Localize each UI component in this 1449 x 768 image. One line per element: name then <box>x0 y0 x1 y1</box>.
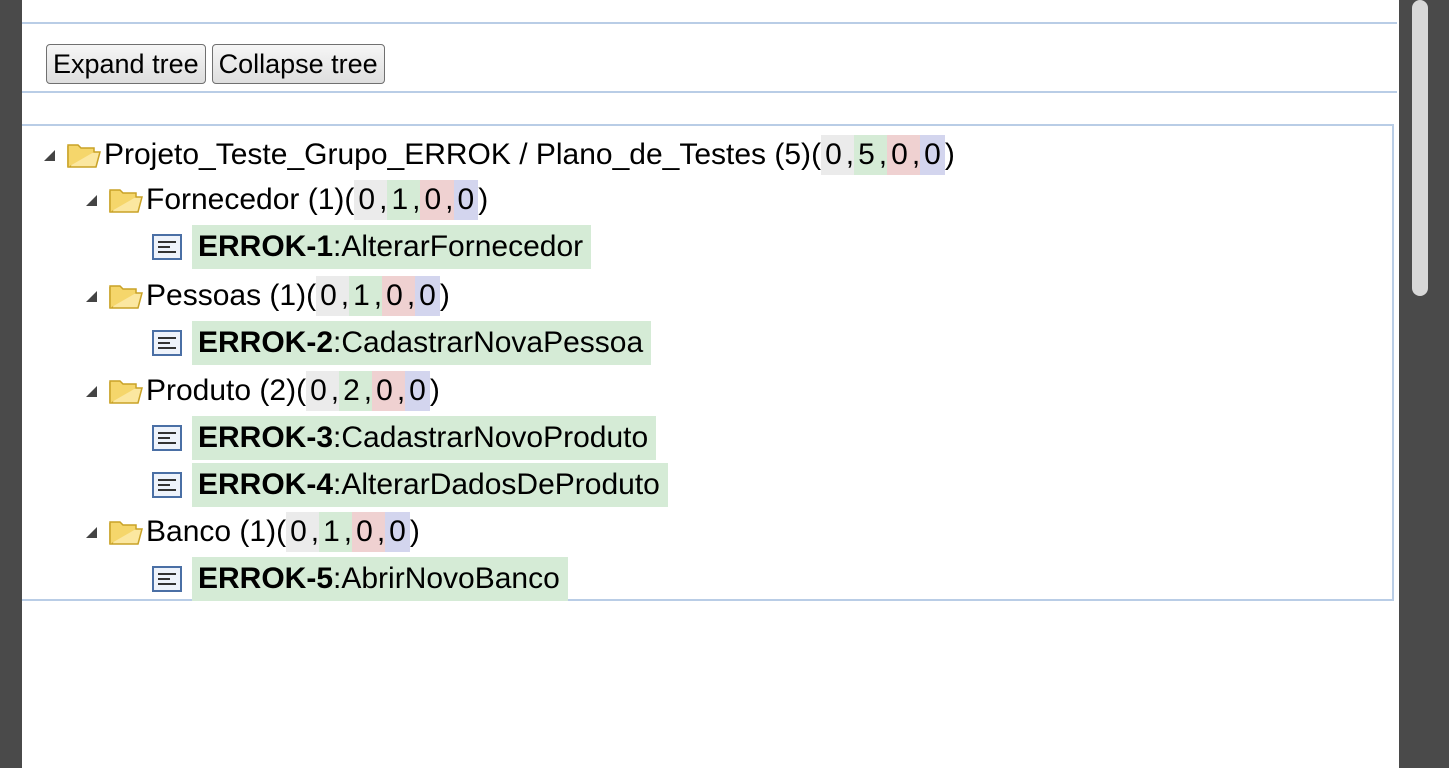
count-failed: 0 <box>382 276 407 316</box>
suite-label: Pessoas (1) <box>146 279 307 312</box>
tree-node-suite-fornecedor[interactable]: Fornecedor (1) ( 0, 1, 0, 0 ) <box>80 177 488 223</box>
count-not-run: 0 <box>306 371 331 411</box>
test-case-id: ERROK-3 <box>198 421 334 454</box>
triangle-expanded-icon[interactable] <box>80 521 102 543</box>
tree-node-root[interactable]: Projeto_Teste_Grupo_ERROK / Plano_de_Tes… <box>38 132 955 178</box>
test-case-icon <box>152 234 182 260</box>
top-divider <box>22 22 1397 24</box>
tree-node-case[interactable]: ERROK-2:CadastrarNovaPessoa <box>152 320 652 366</box>
tree-node-suite-pessoas[interactable]: Pessoas (1) ( 0, 1, 0, 0 ) <box>80 273 450 319</box>
suite-label: Produto (2) <box>146 374 297 407</box>
count-not-run: 0 <box>316 276 341 316</box>
folder-open-icon <box>109 189 143 213</box>
folder-open-icon <box>67 144 101 168</box>
test-case-name: :AlterarFornecedor <box>333 230 584 263</box>
test-case-id: ERROK-4 <box>198 468 334 501</box>
root-label: Projeto_Teste_Grupo_ERROK / Plano_de_Tes… <box>104 138 812 171</box>
folder-open-icon <box>109 521 143 545</box>
count-passed: 5 <box>854 135 879 175</box>
count-blocked: 0 <box>920 135 945 175</box>
test-tree: Projeto_Teste_Grupo_ERROK / Plano_de_Tes… <box>22 124 1394 601</box>
count-failed: 0 <box>372 371 397 411</box>
count-blocked: 0 <box>385 512 410 552</box>
execution-counts: ( 0, 1, 0, 0 ) <box>276 512 420 552</box>
tree-node-case[interactable]: ERROK-1:AlterarFornecedor <box>152 224 592 270</box>
test-case-link[interactable]: ERROK-1:AlterarFornecedor <box>192 225 592 269</box>
count-not-run: 0 <box>286 512 311 552</box>
test-case-id: ERROK-2 <box>198 326 334 359</box>
test-case-icon <box>152 566 182 592</box>
test-case-id: ERROK-1 <box>198 230 334 263</box>
count-failed: 0 <box>420 180 446 220</box>
test-case-name: :AlterarDadosDeProduto <box>333 468 660 501</box>
folder-open-icon <box>109 380 143 404</box>
test-case-name: :AbrirNovoBanco <box>333 562 560 595</box>
suite-label: Fornecedor (1) <box>146 183 345 216</box>
tree-node-case[interactable]: ERROK-3:CadastrarNovoProduto <box>152 415 657 461</box>
count-blocked: 0 <box>405 371 430 411</box>
tree-node-suite-produto[interactable]: Produto (2) ( 0, 2, 0, 0 ) <box>80 368 440 414</box>
count-blocked: 0 <box>415 276 440 316</box>
test-case-link[interactable]: ERROK-5:AbrirNovoBanco <box>192 557 568 601</box>
execution-counts: ( 0, 2, 0, 0 ) <box>296 371 440 411</box>
count-not-run: 0 <box>354 180 380 220</box>
tree-node-case[interactable]: ERROK-4:AlterarDadosDeProduto <box>152 462 668 508</box>
execution-counts: ( 0, 1, 0, 0 ) <box>306 276 450 316</box>
count-failed: 0 <box>887 135 912 175</box>
test-case-link[interactable]: ERROK-3:CadastrarNovoProduto <box>192 416 657 460</box>
count-not-run: 0 <box>821 135 846 175</box>
triangle-expanded-icon[interactable] <box>80 380 102 402</box>
triangle-expanded-icon[interactable] <box>80 285 102 307</box>
test-case-icon <box>152 425 182 451</box>
count-passed: 2 <box>339 371 364 411</box>
toolbar-divider <box>22 91 1397 93</box>
triangle-expanded-icon[interactable] <box>38 144 60 166</box>
count-failed: 0 <box>352 512 377 552</box>
test-case-name: :CadastrarNovoProduto <box>333 421 649 454</box>
tree-node-case[interactable]: ERROK-5:AbrirNovoBanco <box>152 556 568 602</box>
collapse-tree-button[interactable]: Collapse tree <box>211 44 385 84</box>
test-case-icon <box>152 472 182 498</box>
suite-label: Banco (1) <box>146 515 277 548</box>
execution-counts: ( 0, 1, 0, 0 ) <box>344 180 488 220</box>
count-passed: 1 <box>387 180 413 220</box>
expand-tree-button[interactable]: Expand tree <box>46 44 206 84</box>
scrollbar-thumb[interactable] <box>1412 0 1428 296</box>
triangle-expanded-icon[interactable] <box>80 189 102 211</box>
test-case-link[interactable]: ERROK-4:AlterarDadosDeProduto <box>192 463 668 507</box>
test-case-name: :CadastrarNovaPessoa <box>333 326 644 359</box>
tree-node-suite-banco[interactable]: Banco (1) ( 0, 1, 0, 0 ) <box>80 509 420 555</box>
test-case-id: ERROK-5 <box>198 562 334 595</box>
folder-open-icon <box>109 285 143 309</box>
count-blocked: 0 <box>453 180 479 220</box>
count-passed: 1 <box>349 276 374 316</box>
tree-toolbar: Expand tree Collapse tree <box>46 44 385 84</box>
test-case-icon <box>152 330 182 356</box>
vertical-scrollbar[interactable] <box>1404 0 1449 768</box>
execution-counts: ( 0, 5, 0, 0 ) <box>811 135 955 175</box>
count-passed: 1 <box>319 512 344 552</box>
test-case-link[interactable]: ERROK-2:CadastrarNovaPessoa <box>192 321 652 365</box>
test-plan-panel: Expand tree Collapse tree Projeto_Teste_… <box>22 0 1399 768</box>
